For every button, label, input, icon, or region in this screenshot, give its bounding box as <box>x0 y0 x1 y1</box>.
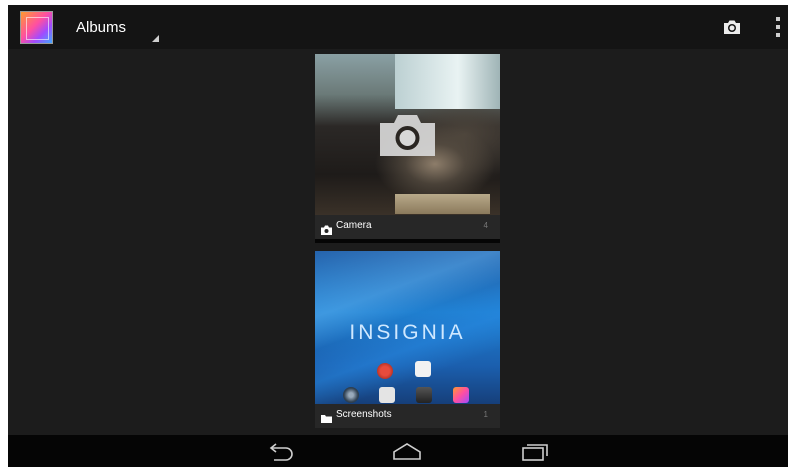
navigation-bar <box>8 435 788 467</box>
gallery-app-icon <box>453 387 469 403</box>
gallery-screen: Albums Camera 4 INSIGNIA Screenshots 1 <box>8 5 788 467</box>
album-count: 4 <box>483 221 488 230</box>
play-store-icon <box>415 361 431 377</box>
action-bar: Albums <box>8 5 788 49</box>
recent-apps-icon[interactable] <box>520 440 550 462</box>
camera-icon <box>321 222 332 235</box>
album-camera[interactable]: Camera 4 <box>315 54 500 243</box>
dropdown-triangle-icon[interactable] <box>152 35 159 42</box>
gallery-app-icon[interactable] <box>20 11 53 44</box>
folder-icon <box>321 411 332 423</box>
album-label-bar: Screenshots 1 <box>315 404 500 428</box>
screenshots-album-thumbnail: INSIGNIA <box>315 251 500 404</box>
album-name: Screenshots <box>336 409 392 420</box>
camera-overlay-icon <box>380 113 435 156</box>
home-icon[interactable] <box>392 440 422 462</box>
back-icon[interactable] <box>266 440 296 462</box>
thumbnail-shelf <box>395 194 490 214</box>
album-name: Camera <box>336 220 372 231</box>
thumbnail-wallpaper-text: INSIGNIA <box>349 321 466 344</box>
album-divider <box>315 239 500 243</box>
thumbnail-window <box>395 54 500 109</box>
camera-icon <box>379 387 395 403</box>
app-icon <box>377 363 393 379</box>
camera-album-thumbnail <box>315 54 500 215</box>
album-count: 1 <box>483 410 488 419</box>
album-screenshots[interactable]: INSIGNIA Screenshots 1 <box>315 251 500 429</box>
camera-icon[interactable] <box>722 17 742 37</box>
overflow-menu-icon[interactable] <box>774 15 782 39</box>
app-icon <box>343 387 359 403</box>
albums-title[interactable]: Albums <box>76 19 126 36</box>
app-icon <box>416 387 432 403</box>
album-label-bar: Camera 4 <box>315 215 500 239</box>
